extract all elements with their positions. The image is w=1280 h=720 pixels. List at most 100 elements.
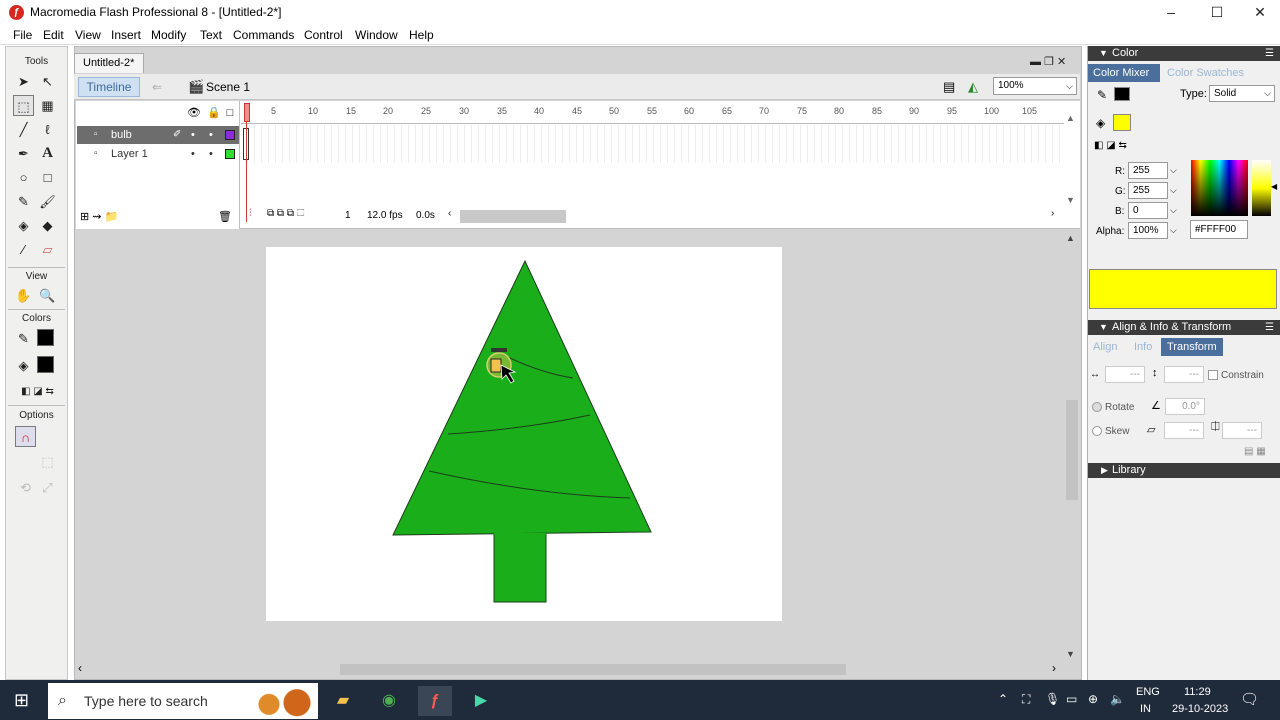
minimize-button[interactable]: – bbox=[1148, 0, 1194, 25]
r-input[interactable]: 255 bbox=[1128, 162, 1168, 179]
fill-transform-tool-icon[interactable]: ▦ bbox=[37, 95, 58, 116]
layer-outline-color[interactable] bbox=[225, 130, 235, 140]
windows-start-icon[interactable]: ⊞ bbox=[14, 690, 29, 711]
clock-date[interactable]: 29-10-2023 bbox=[1172, 703, 1228, 715]
panel-menu-icon[interactable]: ☰ bbox=[1265, 320, 1274, 335]
layer-visible-dot[interactable]: • bbox=[191, 145, 195, 163]
rotate-radio[interactable] bbox=[1092, 402, 1102, 412]
layer-visible-dot[interactable]: • bbox=[191, 126, 195, 144]
stroke-color-icon[interactable]: ✎ bbox=[13, 328, 34, 349]
tab-transform[interactable]: Transform bbox=[1161, 338, 1223, 356]
doc-window-controls-icon[interactable]: ▬ ❐ ✕ bbox=[1030, 55, 1066, 68]
stroke-pencil-icon[interactable]: ✎ bbox=[1097, 88, 1107, 102]
stage-vscroll-thumb[interactable] bbox=[1066, 400, 1078, 500]
copy-transform-icons[interactable]: ▤ ▦ bbox=[1244, 446, 1266, 457]
close-button[interactable]: ✕ bbox=[1237, 0, 1280, 25]
menu-insert[interactable]: Insert bbox=[111, 28, 141, 42]
brush-tool-icon[interactable]: 🖌 bbox=[37, 191, 58, 212]
stage-vscroll-down-icon[interactable]: ▼ bbox=[1066, 649, 1075, 659]
fill-color-icon[interactable]: ◈ bbox=[13, 355, 34, 376]
timeline-toggle-button[interactable]: Timeline bbox=[78, 77, 140, 97]
menu-edit[interactable]: Edit bbox=[43, 28, 64, 42]
file-explorer-icon[interactable]: ▰ bbox=[326, 686, 360, 716]
tab-align[interactable]: Align bbox=[1093, 341, 1117, 353]
b-input[interactable]: 0 bbox=[1128, 202, 1168, 219]
zoom-select[interactable]: 100% ⌵ bbox=[993, 77, 1077, 95]
rectangle-tool-icon[interactable]: □ bbox=[37, 167, 58, 188]
hex-input[interactable]: #FFFF00 bbox=[1190, 220, 1248, 239]
language-bottom[interactable]: IN bbox=[1140, 703, 1151, 715]
fill-color-swatch[interactable] bbox=[37, 356, 54, 373]
document-tab[interactable]: Untitled-2* bbox=[74, 53, 144, 73]
eraser-tool-icon[interactable]: ▱ bbox=[37, 239, 58, 260]
playhead[interactable] bbox=[244, 103, 250, 122]
swap-colors-icon[interactable]: ◧ ◪ ⇆ bbox=[15, 381, 60, 402]
chrome-icon[interactable]: ◉ bbox=[372, 686, 406, 716]
trash-icon[interactable]: 🗑 bbox=[218, 210, 232, 223]
g-input[interactable]: 255 bbox=[1128, 182, 1168, 199]
hscroll-left-icon[interactable]: ‹ bbox=[78, 661, 82, 675]
tray-globe-icon[interactable]: ⊕ bbox=[1088, 692, 1098, 706]
eyedropper-tool-icon[interactable]: ⁄ bbox=[13, 239, 34, 260]
zoom-tool-icon[interactable]: 🔍 bbox=[37, 285, 58, 306]
edit-symbols-icon[interactable]: ◭ bbox=[968, 79, 978, 95]
color-spectrum-picker[interactable] bbox=[1191, 160, 1248, 216]
menu-control[interactable]: Control bbox=[304, 28, 343, 42]
menu-view[interactable]: View bbox=[75, 28, 101, 42]
stroke-swatch[interactable] bbox=[1114, 87, 1130, 101]
layer-lock-dot[interactable]: • bbox=[209, 126, 213, 144]
add-layer-icons[interactable]: ⊞ ⇝ 📁 bbox=[80, 210, 118, 223]
panel-menu-icon[interactable]: ☰ bbox=[1265, 46, 1274, 61]
brightness-pointer-icon[interactable]: ◀ bbox=[1271, 182, 1277, 191]
tab-info[interactable]: Info bbox=[1134, 341, 1152, 353]
tray-mic-icon[interactable]: 🎙 bbox=[1045, 692, 1060, 706]
menu-text[interactable]: Text bbox=[200, 28, 222, 42]
pen-tool-icon[interactable]: ✒ bbox=[13, 143, 34, 164]
language-top[interactable]: ENG bbox=[1136, 686, 1160, 698]
hscroll-thumb[interactable] bbox=[340, 664, 846, 675]
lasso-tool-icon[interactable]: ℓ bbox=[37, 119, 58, 140]
color-panel-header[interactable]: ▼ Color ☰ bbox=[1088, 46, 1280, 61]
paint-bucket-tool-icon[interactable]: ◆ bbox=[37, 215, 58, 236]
layer-lock-dot[interactable]: • bbox=[209, 145, 213, 163]
scroll-right-icon[interactable]: › bbox=[1051, 208, 1054, 219]
stroke-color-swatch[interactable] bbox=[37, 329, 54, 346]
tray-network-icon[interactable]: ⛶ bbox=[1022, 692, 1030, 707]
flash-taskbar-icon[interactable]: ƒ bbox=[418, 686, 452, 716]
clock-time[interactable]: 11:29 bbox=[1184, 686, 1211, 698]
pencil-tool-icon[interactable]: ✎ bbox=[13, 191, 34, 212]
free-transform-tool-icon[interactable]: ⬚ bbox=[13, 95, 34, 116]
stage-vscroll-up-icon[interactable]: ▲ bbox=[1066, 233, 1075, 243]
alpha-stepper-icon[interactable]: ⌵ bbox=[1170, 225, 1177, 236]
christmas-tree-drawing[interactable] bbox=[266, 247, 782, 621]
menu-modify[interactable]: Modify bbox=[151, 28, 186, 42]
r-stepper-icon[interactable]: ⌵ bbox=[1170, 165, 1177, 176]
text-tool-icon[interactable]: A bbox=[37, 143, 58, 164]
menu-window[interactable]: Window bbox=[355, 28, 398, 42]
timeline-hscroll-thumb[interactable] bbox=[460, 210, 566, 223]
layer-row-layer1[interactable]: ▫ Layer 1 • • bbox=[77, 145, 239, 163]
type-select[interactable]: Solid ⌵ bbox=[1209, 85, 1275, 102]
library-panel-header[interactable]: ▶ Library bbox=[1088, 463, 1280, 478]
swap-color-icons[interactable]: ◧ ◪ ⇆ bbox=[1094, 140, 1127, 151]
subselect-tool-icon[interactable]: ↖ bbox=[37, 71, 58, 92]
maximize-button[interactable]: ☐ bbox=[1194, 0, 1240, 25]
brightness-slider[interactable] bbox=[1252, 160, 1271, 216]
tray-battery-icon[interactable]: ▭ bbox=[1066, 692, 1077, 706]
b-stepper-icon[interactable]: ⌵ bbox=[1170, 205, 1177, 216]
layer-outline-color[interactable] bbox=[225, 149, 235, 159]
frame-grid[interactable] bbox=[241, 125, 1064, 163]
tab-color-mixer[interactable]: Color Mixer bbox=[1088, 64, 1160, 82]
ink-bottle-tool-icon[interactable]: ◈ bbox=[13, 215, 34, 236]
layer-row-bulb[interactable]: ▫ bulb ✐ • • bbox=[77, 126, 239, 144]
arrow-tool-icon[interactable]: ➤ bbox=[13, 71, 34, 92]
alpha-input[interactable]: 100% bbox=[1128, 222, 1168, 239]
center-frame-icon[interactable]: ⫶ bbox=[249, 208, 252, 219]
hscroll-right-icon[interactable]: › bbox=[1052, 661, 1056, 675]
oval-tool-icon[interactable]: ○ bbox=[13, 167, 34, 188]
edit-scene-icon[interactable]: ▤ bbox=[943, 79, 955, 95]
timeline-vscroll-up-icon[interactable]: ▲ bbox=[1066, 113, 1075, 123]
constrain-checkbox[interactable] bbox=[1208, 370, 1218, 380]
tab-color-swatches[interactable]: Color Swatches bbox=[1167, 67, 1244, 79]
layer-visibility-lock-outline-icons[interactable]: 👁🔒□ bbox=[187, 106, 239, 119]
